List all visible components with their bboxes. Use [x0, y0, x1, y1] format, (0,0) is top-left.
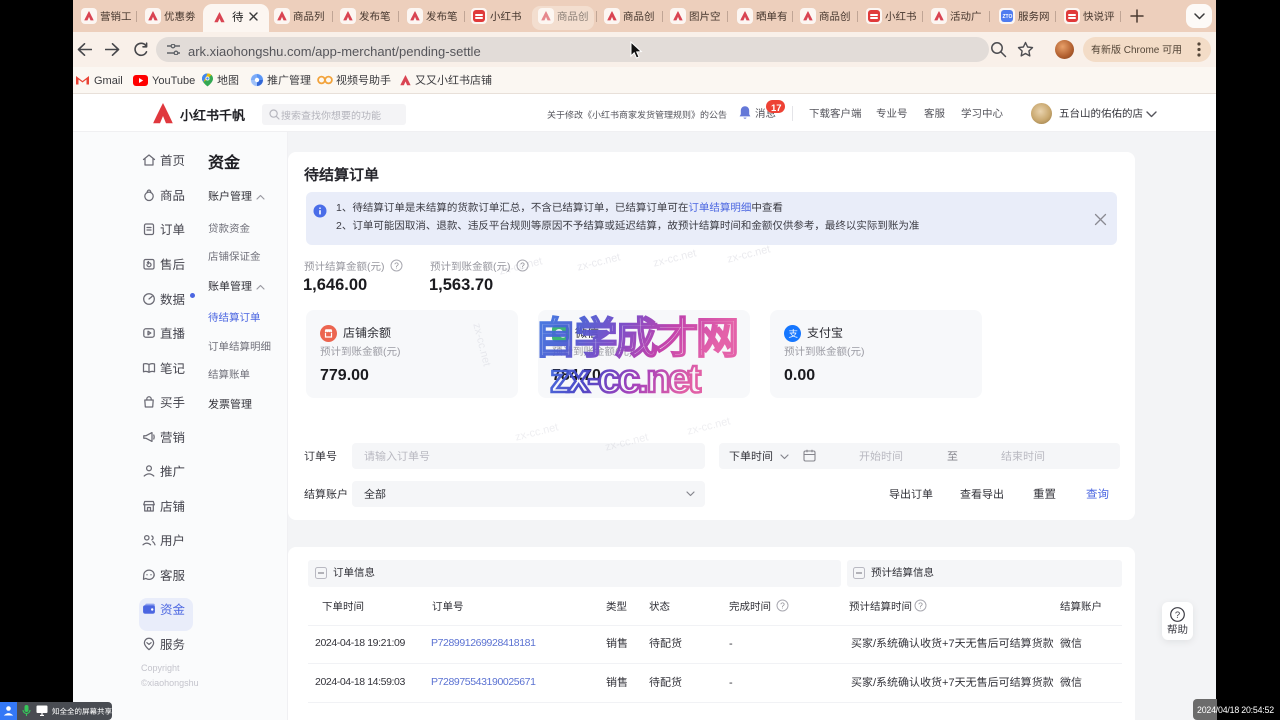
svg-text:?: ?	[1175, 610, 1180, 621]
svg-text:zx-cc.net: zx-cc.net	[550, 357, 701, 401]
svg-text:?: ?	[780, 601, 785, 611]
svg-text:?: ?	[394, 261, 399, 271]
svg-text:?: ?	[918, 601, 923, 611]
